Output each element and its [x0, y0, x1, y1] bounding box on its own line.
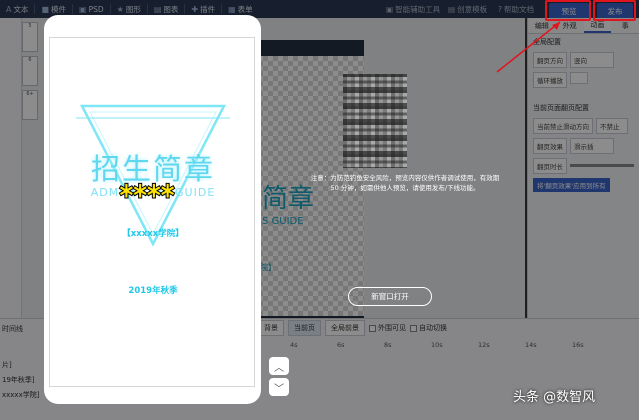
highlight-box: [545, 0, 591, 21]
phone-screen: 招生简章 ADMISSIONS GUIDE ✱✱✱✱ 【xxxxx学院】 201…: [49, 37, 255, 387]
watermark: 头条 @数智风: [513, 390, 596, 405]
star-stickers: ✱✱✱✱: [117, 179, 176, 204]
chevron-up-icon: ︿: [274, 362, 284, 374]
preview-season: 2019年秋季: [128, 286, 178, 296]
next-page-button[interactable]: ﹀: [269, 378, 289, 396]
phone-preview-frame: 招生简章 ADMISSIONS GUIDE ✱✱✱✱ 【xxxxx学院】 201…: [44, 15, 261, 404]
chevron-down-icon: ﹀: [274, 383, 284, 395]
preview-school: 【xxxxx学院】: [122, 229, 184, 239]
preview-qr-code: [343, 74, 407, 168]
prev-page-button[interactable]: ︿: [269, 357, 289, 375]
neon-triangle-graphic: [76, 104, 230, 247]
highlight-box: [593, 0, 636, 21]
open-new-window-button[interactable]: 新窗口打开: [348, 287, 432, 306]
preview-notice: 注意：为防范钓鱼安全风险，预览内容仅供作者调试使用，有效期 50 分钟，如需供他…: [310, 174, 500, 192]
